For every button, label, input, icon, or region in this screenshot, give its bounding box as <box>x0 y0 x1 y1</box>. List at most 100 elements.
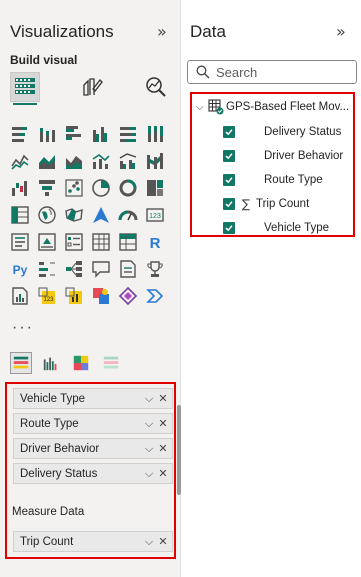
heat-grid-icon[interactable] <box>70 352 92 374</box>
well-field-label: Driver Behavior <box>20 442 100 455</box>
smart-narrative-icon[interactable] <box>116 257 140 281</box>
slicer-icon[interactable] <box>62 230 86 254</box>
table-node[interactable]: ⌵ GPS-Based Fleet Mov... <box>196 98 349 116</box>
stacked-column-chart-icon[interactable] <box>35 122 59 146</box>
field-checkbox[interactable] <box>223 222 235 234</box>
paginated-report-icon[interactable] <box>8 284 32 308</box>
well-field-trip-count[interactable]: Trip Count ⌵ ✕ <box>13 531 173 552</box>
well-field-label: Route Type <box>20 417 79 430</box>
faded-list-icon[interactable] <box>100 352 122 374</box>
data-search-box[interactable] <box>187 60 357 84</box>
field-label: Trip Count <box>256 198 310 210</box>
field-checkbox[interactable] <box>223 150 235 162</box>
search-input[interactable] <box>216 64 346 80</box>
area-chart-icon[interactable] <box>35 149 59 173</box>
analytics-magnifier-icon <box>146 77 166 97</box>
more-visuals-button[interactable]: ··· <box>12 319 34 337</box>
visualizations-title: Visualizations <box>10 22 114 41</box>
python-visual-icon[interactable]: Py <box>8 257 32 281</box>
format-brush-icon <box>83 78 103 96</box>
build-visual-button[interactable] <box>10 72 40 105</box>
field-checkbox[interactable] <box>223 126 235 138</box>
close-icon[interactable]: ✕ <box>156 417 170 430</box>
globe-map-icon[interactable] <box>35 203 59 227</box>
field-vehicle-type[interactable]: Vehicle Type <box>192 220 352 236</box>
build-visual-icon <box>15 78 35 94</box>
chart-variant-icon[interactable] <box>40 352 62 374</box>
close-icon[interactable]: ✕ <box>156 535 170 548</box>
field-delivery-status[interactable]: Delivery Status <box>192 124 352 140</box>
power-automate-icon[interactable] <box>143 284 167 308</box>
field-checkbox[interactable] <box>223 198 235 210</box>
waterfall-chart-icon[interactable] <box>8 176 32 200</box>
chevron-down-icon[interactable]: ⌵ <box>196 102 208 113</box>
matrix-icon[interactable] <box>116 230 140 254</box>
table-name: GPS-Based Fleet Mov... <box>226 101 350 113</box>
chevron-down-icon[interactable]: ⌵ <box>142 442 156 456</box>
line-chart-icon[interactable] <box>8 149 32 173</box>
format-visual-button[interactable] <box>77 72 107 102</box>
key-influencers-icon[interactable] <box>35 257 59 281</box>
analytics-button[interactable] <box>141 72 171 102</box>
svg-text:Py: Py <box>13 263 28 277</box>
100-stacked-column-chart-icon[interactable] <box>143 122 167 146</box>
card-icon[interactable]: 123 <box>143 203 167 227</box>
fields-well-icon[interactable] <box>10 352 32 374</box>
svg-text:R: R <box>150 235 161 252</box>
treemap-icon[interactable] <box>143 176 167 200</box>
qa-visual-icon[interactable] <box>89 257 113 281</box>
chevron-down-icon[interactable]: ⌵ <box>142 467 156 481</box>
power-apps-icon[interactable] <box>116 284 140 308</box>
clustered-column-chart-icon[interactable] <box>89 122 113 146</box>
field-label: Route Type <box>264 174 323 186</box>
ribbon-chart-icon[interactable] <box>143 149 167 173</box>
decomposition-tree-icon[interactable] <box>62 257 86 281</box>
azure-map-icon[interactable] <box>89 203 113 227</box>
r-script-visual-icon[interactable]: R <box>143 230 167 254</box>
chevron-down-icon[interactable]: ⌵ <box>142 417 156 431</box>
stacked-area-chart-icon[interactable] <box>62 149 86 173</box>
well-field-vehicle-type[interactable]: Vehicle Type ⌵ ✕ <box>13 388 173 409</box>
field-checkbox[interactable] <box>223 174 235 186</box>
close-icon[interactable]: ✕ <box>156 467 170 480</box>
well-field-label: Trip Count <box>20 535 74 548</box>
measure-data-label: Measure Data <box>12 506 85 518</box>
chevron-down-icon[interactable]: ⌵ <box>142 535 156 549</box>
matrix-table-icon[interactable] <box>8 203 32 227</box>
well-field-driver-behavior[interactable]: Driver Behavior ⌵ ✕ <box>13 438 173 459</box>
table-icon <box>208 99 224 115</box>
funnel-chart-icon[interactable] <box>35 176 59 200</box>
line-and-stacked-column-icon[interactable] <box>89 149 113 173</box>
well-field-delivery-status[interactable]: Delivery Status ⌵ ✕ <box>13 463 173 484</box>
chevron-down-icon[interactable]: ⌵ <box>142 392 156 406</box>
custom-visual-gradient-icon[interactable] <box>89 284 113 308</box>
100-stacked-bar-chart-icon[interactable] <box>116 122 140 146</box>
donut-chart-icon[interactable] <box>116 176 140 200</box>
table-icon[interactable] <box>89 230 113 254</box>
stacked-bar-chart-icon[interactable] <box>8 122 32 146</box>
custom-visual-123-icon[interactable]: 123 <box>35 284 59 308</box>
collapse-visualizations-icon[interactable]: » <box>157 22 167 41</box>
close-icon[interactable]: ✕ <box>156 442 170 455</box>
collapse-data-icon[interactable]: » <box>336 22 346 41</box>
field-label: Delivery Status <box>264 126 342 138</box>
svg-text:123: 123 <box>149 213 161 220</box>
scatter-chart-icon[interactable] <box>62 176 86 200</box>
line-and-clustered-column-icon[interactable] <box>116 149 140 173</box>
data-pane: Data » ⌵ GPS-Based Fleet Mov... Delivery… <box>181 0 361 577</box>
well-field-route-type[interactable]: Route Type ⌵ ✕ <box>13 413 173 434</box>
goals-trophy-icon[interactable] <box>143 257 167 281</box>
multi-row-card-icon[interactable] <box>8 230 32 254</box>
kpi-icon[interactable] <box>35 230 59 254</box>
gauge-icon[interactable] <box>116 203 140 227</box>
sigma-icon: ∑ <box>242 197 251 211</box>
field-driver-behavior[interactable]: Driver Behavior <box>192 148 352 164</box>
clustered-bar-chart-icon[interactable] <box>62 122 86 146</box>
visual-variant-icons <box>10 352 122 374</box>
pie-chart-icon[interactable] <box>89 176 113 200</box>
field-trip-count[interactable]: ∑ Trip Count <box>192 196 352 212</box>
field-route-type[interactable]: Route Type <box>192 172 352 188</box>
custom-visual-chart-icon[interactable] <box>62 284 86 308</box>
filled-map-icon[interactable] <box>62 203 86 227</box>
close-icon[interactable]: ✕ <box>156 392 170 405</box>
